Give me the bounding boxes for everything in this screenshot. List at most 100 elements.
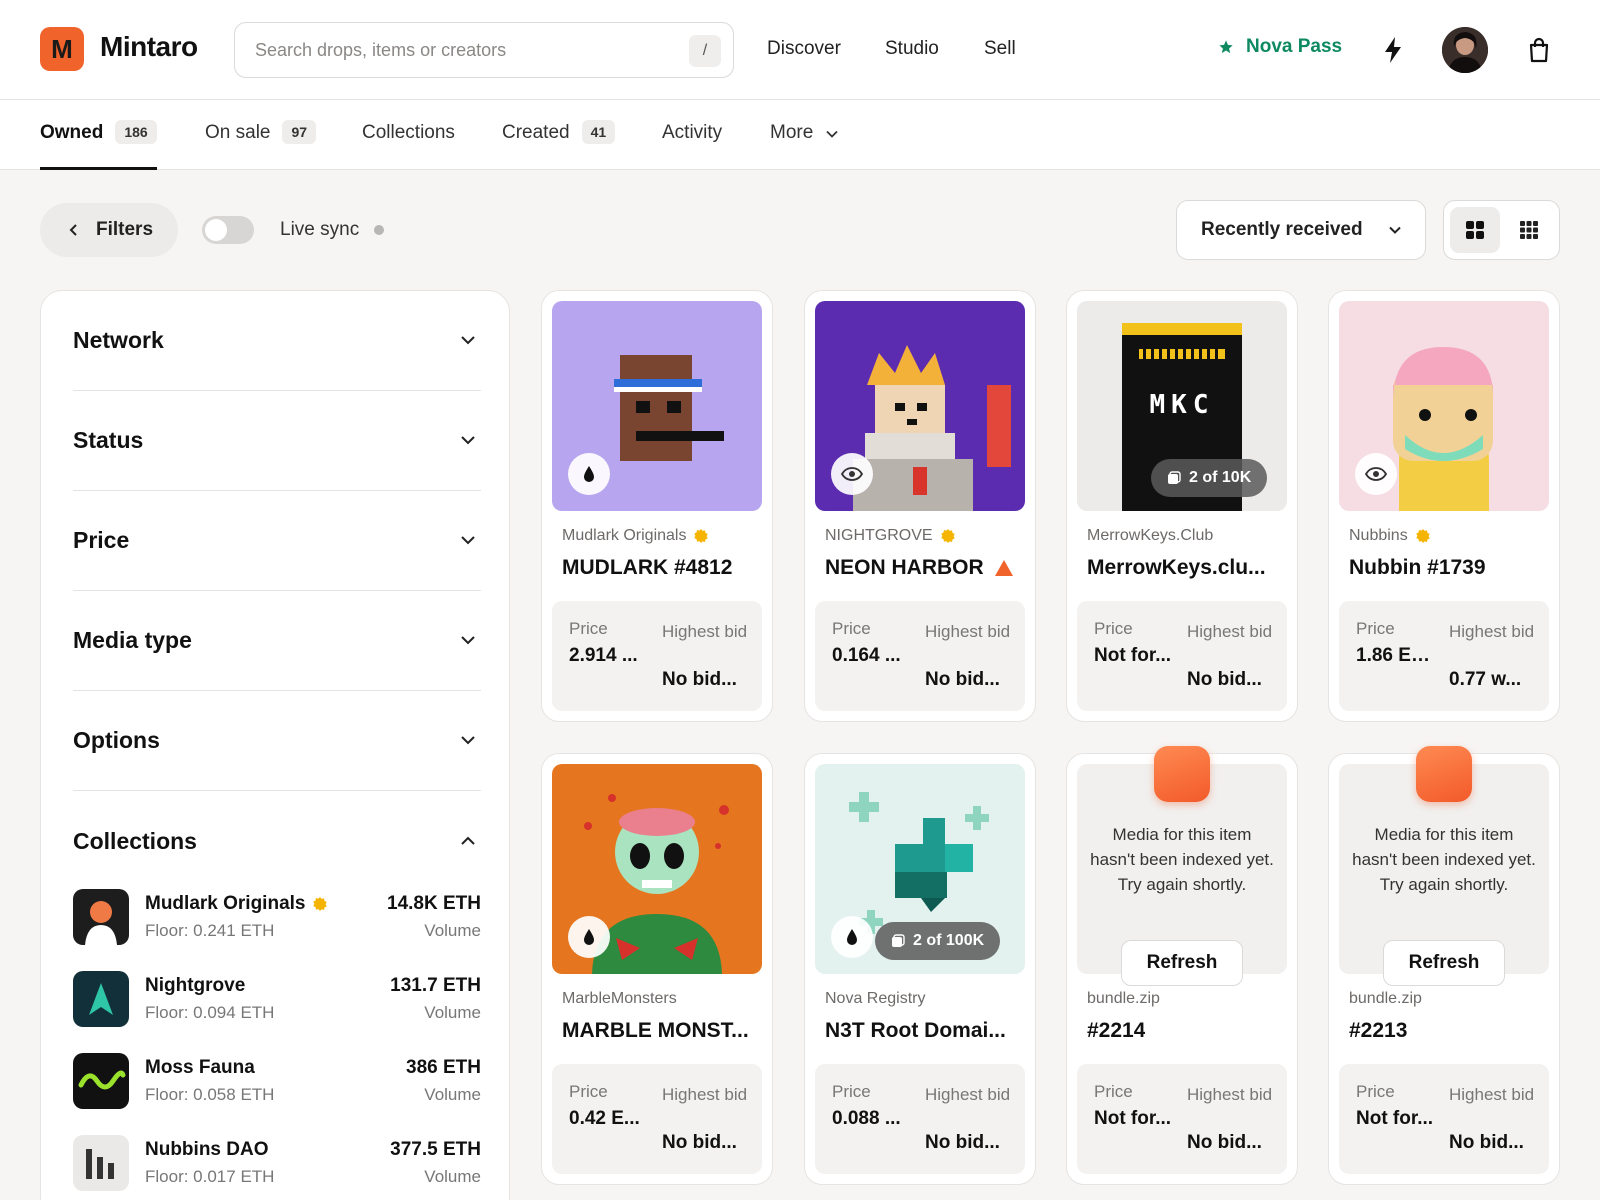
nft-media[interactable]: MKC 2 of 10K [1077,301,1287,511]
price-box: Price 2.914 ... Highest bid No bid... [552,601,762,711]
filter-collections-title[interactable]: Collections [73,828,197,855]
nova-pass-link[interactable]: Nova Pass [1218,36,1342,58]
preview-button[interactable] [831,453,873,495]
small-grid-icon [1520,221,1538,239]
media-type-button[interactable] [568,916,610,958]
tab-owned[interactable]: Owned 186 [40,120,157,170]
app-brand[interactable]: Mintaro [100,31,198,63]
tab-activity[interactable]: Activity [662,122,722,170]
card-collection[interactable]: Nova Registry [825,990,925,1008]
card-collection[interactable]: bundle.zip [1349,990,1422,1008]
card-collection-name: Nubbins [1349,527,1408,544]
nav-studio[interactable]: Studio [885,38,939,60]
card-collection-name: bundle.zip [1087,990,1160,1007]
filters-button[interactable]: Filters [40,203,178,257]
nav-sell[interactable]: Sell [984,38,1016,60]
filter-options[interactable]: Options [73,691,481,791]
media-type-button[interactable] [568,453,610,495]
nft-card[interactable]: NIGHTGROVE NEON HARBOR Price 0.164 ... H… [804,290,1036,722]
price-box: Price 0.164 ... Highest bid No bid... [815,601,1025,711]
nft-card[interactable]: Media for this item hasn't been indexed … [1066,746,1298,1185]
view-toggle [1443,200,1560,260]
unindexed-message: Media for this item hasn't been indexed … [1090,825,1274,894]
card-collection-name: Mudlark Originals [562,527,687,544]
small-grid-view-button[interactable] [1504,207,1554,253]
card-collection[interactable]: Mudlark Originals [562,527,709,545]
chevron-down-icon [826,130,838,138]
filter-network[interactable]: Network [73,291,481,391]
nft-media[interactable] [815,301,1025,511]
card-collection[interactable]: MerrowKeys.Club [1087,527,1213,545]
card-collection[interactable]: MarbleMonsters [562,990,677,1008]
drop-icon [584,466,594,482]
nft-card[interactable]: Media for this item hasn't been indexed … [1328,746,1560,1185]
card-title: #2213 [1349,1019,1549,1043]
live-sync-toggle[interactable] [202,216,254,244]
media-placeholder: Media for this item hasn't been indexed … [1339,746,1549,986]
profile-tabs: Owned 186 On sale 97 Collections Created… [0,100,1600,170]
search-box[interactable]: / [234,22,734,78]
filter-sidebar: Network Status Price Media type Options … [40,290,510,1200]
tab-created[interactable]: Created 41 [502,120,616,170]
card-title-text: NEON HARBOR [825,556,984,579]
highest-bid-label: Highest bid [662,622,748,641]
collection-name-text: Nightgrove [145,975,246,996]
tab-more[interactable]: More [770,122,839,170]
highest-bid-label: Highest bid [1187,622,1273,641]
card-art-text: MKC [1150,390,1215,420]
highest-bid-label: Highest bid [1449,1085,1535,1104]
preview-button[interactable] [1355,453,1397,495]
sort-select[interactable]: Recently received [1176,200,1426,260]
collection-filter-item[interactable]: Nightgrove Floor: 0.094 ETH 131.7 ETH Vo… [73,971,481,1031]
highest-bid-value: No bid... [925,669,1000,690]
collection-filter-item[interactable]: Mudlark Originals Floor: 0.241 ETH 14.8K… [73,889,481,949]
collection-filter-item[interactable]: Moss Fauna Floor: 0.058 ETH 386 ETH Volu… [73,1053,481,1113]
price-label: Price [1356,619,1395,638]
nft-card[interactable]: 2 of 100K Nova Registry N3T Root Domai..… [804,753,1036,1185]
lightning-icon[interactable] [1380,36,1406,64]
highest-bid-value: 0.77 w... [1449,669,1522,690]
filter-status[interactable]: Status [73,391,481,491]
media-type-button[interactable] [831,916,873,958]
sort-select-value: Recently received [1201,219,1363,240]
collection-name-text: Moss Fauna [145,1057,255,1078]
card-title-text: N3T Root Domai... [825,1019,1006,1042]
warning-icon [994,560,1013,576]
refresh-button[interactable]: Refresh [1383,940,1505,986]
nft-card[interactable]: MKC 2 of 10K MerrowKeys.Club MerrowKeys.… [1066,290,1298,722]
filter-price[interactable]: Price [73,491,481,591]
nft-card[interactable]: Nubbins Nubbin #1739 Price 1.86 ETH High… [1328,290,1560,722]
refresh-button[interactable]: Refresh [1121,940,1243,986]
shopping-bag-icon[interactable] [1526,36,1552,64]
collection-filter-item[interactable]: Nubbins DAO Floor: 0.017 ETH 377.5 ETH V… [73,1135,481,1195]
collection-avatar [73,889,129,945]
card-title-text: #2214 [1087,1019,1146,1042]
filter-media-type[interactable]: Media type [73,591,481,691]
card-collection[interactable]: bundle.zip [1087,990,1160,1008]
filter-status-title: Status [73,427,144,453]
avatar[interactable] [1442,27,1488,73]
nft-media[interactable]: 2 of 100K [815,764,1025,974]
collection-floor: Floor: 0.094 ETH [145,1003,275,1022]
chevron-down-icon [461,536,475,545]
collection-name: Nubbins DAO [145,1139,269,1161]
nft-media[interactable] [552,764,762,974]
large-grid-view-button[interactable] [1450,207,1500,253]
live-sync-status-dot [374,225,384,235]
card-collection[interactable]: Nubbins [1349,527,1430,545]
nft-media[interactable] [552,301,762,511]
price-label: Price [569,619,608,638]
price-label: Price [569,1082,608,1101]
app-logo[interactable]: M [40,27,84,71]
verified-badge-icon [940,529,955,543]
nav-discover[interactable]: Discover [767,38,841,60]
tab-on-sale[interactable]: On sale 97 [205,120,317,170]
nft-media[interactable] [1339,301,1549,511]
search-input[interactable] [255,37,655,63]
nft-card[interactable]: Mudlark Originals MUDLARK #4812 Price 2.… [541,290,773,722]
nft-card[interactable]: MarbleMonsters MARBLE MONST... Price 0.4… [541,753,773,1185]
chevron-up-icon[interactable] [459,832,477,850]
price-box: Price Not for... Highest bid No bid... [1339,1064,1549,1174]
tab-collections[interactable]: Collections [362,122,455,170]
card-collection[interactable]: NIGHTGROVE [825,527,955,545]
